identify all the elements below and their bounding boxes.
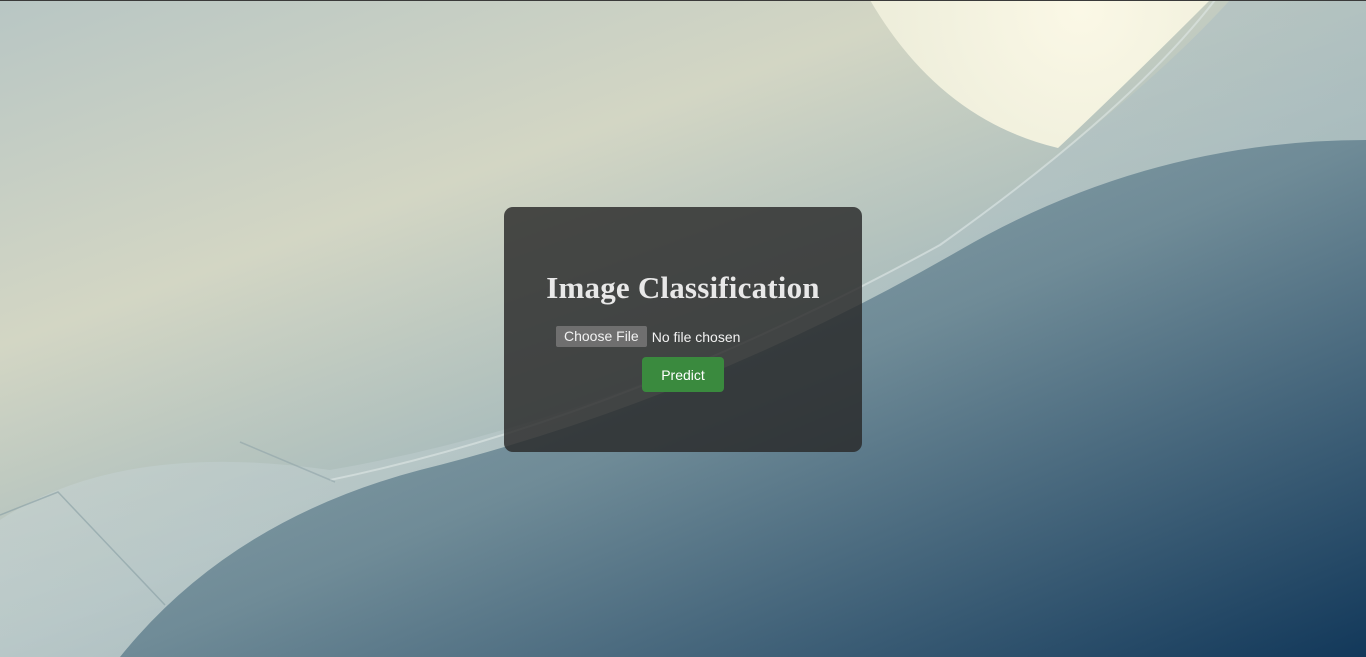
- window-top-border: [0, 0, 1366, 1]
- file-input[interactable]: Choose File No file chosen: [556, 326, 740, 347]
- page-title: Image Classification: [546, 270, 820, 305]
- file-status-text: No file chosen: [651, 328, 741, 345]
- choose-file-button[interactable]: Choose File: [556, 326, 647, 347]
- predict-button[interactable]: Predict: [642, 357, 724, 392]
- upload-card: Image Classification Choose File No file…: [504, 207, 862, 452]
